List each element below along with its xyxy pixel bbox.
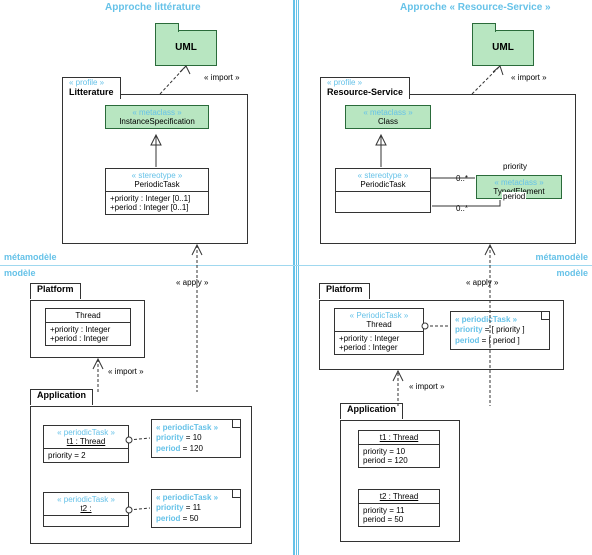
resource-service-profile: « profile » Resource-Service « metaclass… (320, 94, 576, 244)
import-label-4: « import » (408, 382, 446, 391)
thread-class-right: « PeriodicTask »Thread +priority : Integ… (334, 308, 424, 355)
metamodel-line (0, 265, 592, 266)
application-tab-left: Application (30, 389, 93, 405)
literature-tab: « profile » Litterature (62, 77, 121, 99)
application-pkg-right: Application t1 : Thread priority = 10per… (340, 420, 460, 542)
uml-package-left: UML (155, 30, 217, 66)
periodictask-stereotype-right: « stereotype »PeriodicTask (335, 168, 431, 213)
vertical-separator (293, 0, 299, 555)
approach-right-title: Approche « Resource-Service » (400, 2, 551, 13)
approach-left-title: Approche littérature (105, 2, 201, 13)
apply-label-right: « apply » (465, 278, 499, 287)
periodictask-stereotype-left: « stereotype »PeriodicTask +priority : I… (105, 168, 209, 215)
platform-tab-right: Platform (319, 283, 370, 299)
uml-package-right: UML (472, 30, 534, 66)
resource-service-tab: « profile » Resource-Service (320, 77, 410, 99)
import-label-1: « import » (203, 73, 241, 82)
mult-1: 0..* (455, 174, 469, 183)
platform-pkg-left: Platform Thread +priority : Integer+peri… (30, 300, 145, 358)
assoc-priority: priority (502, 162, 528, 171)
t2-note-left: « periodicTask » priority = 11 period = … (151, 489, 241, 528)
platform-pkg-right: Platform « PeriodicTask »Thread +priorit… (319, 300, 564, 370)
model-label-right: modèle (556, 268, 588, 278)
thread-note-right: « periodicTask » priority = [ priority ]… (450, 311, 550, 350)
assoc-period: period (502, 192, 526, 201)
import-label-3: « import » (107, 367, 145, 376)
platform-tab-left: Platform (30, 283, 81, 299)
instance-spec-metaclass: « metaclass »InstanceSpecification (105, 105, 209, 129)
apply-label-left: « apply » (175, 278, 209, 287)
mult-2: 0..* (455, 204, 469, 213)
metamodel-label-left: métamodèle (4, 252, 57, 262)
t1-note-left: « periodicTask » priority = 10 period = … (151, 419, 241, 458)
uml-label: UML (156, 42, 216, 53)
uml-label-right: UML (473, 42, 533, 53)
t2-instance-left: « periodicTask »t2 : (43, 492, 129, 527)
t1-instance-left: « periodicTask »t1 : Thread priority = 2 (43, 425, 129, 463)
import-label-2: « import » (510, 73, 548, 82)
t1-instance-right: t1 : Thread priority = 10period = 120 (358, 430, 440, 468)
literature-profile: « profile » Litterature « metaclass »Ins… (62, 94, 248, 244)
metamodel-label-right: métamodèle (535, 252, 588, 262)
application-pkg-left: Application « periodicTask »t1 : Thread … (30, 406, 252, 544)
model-label-left: modèle (4, 268, 36, 278)
class-metaclass: « metaclass »Class (345, 105, 431, 129)
application-tab-right: Application (340, 403, 403, 419)
t2-instance-right: t2 : Thread priority = 11period = 50 (358, 489, 440, 527)
thread-class-left: Thread +priority : Integer+period : Inte… (45, 308, 131, 346)
